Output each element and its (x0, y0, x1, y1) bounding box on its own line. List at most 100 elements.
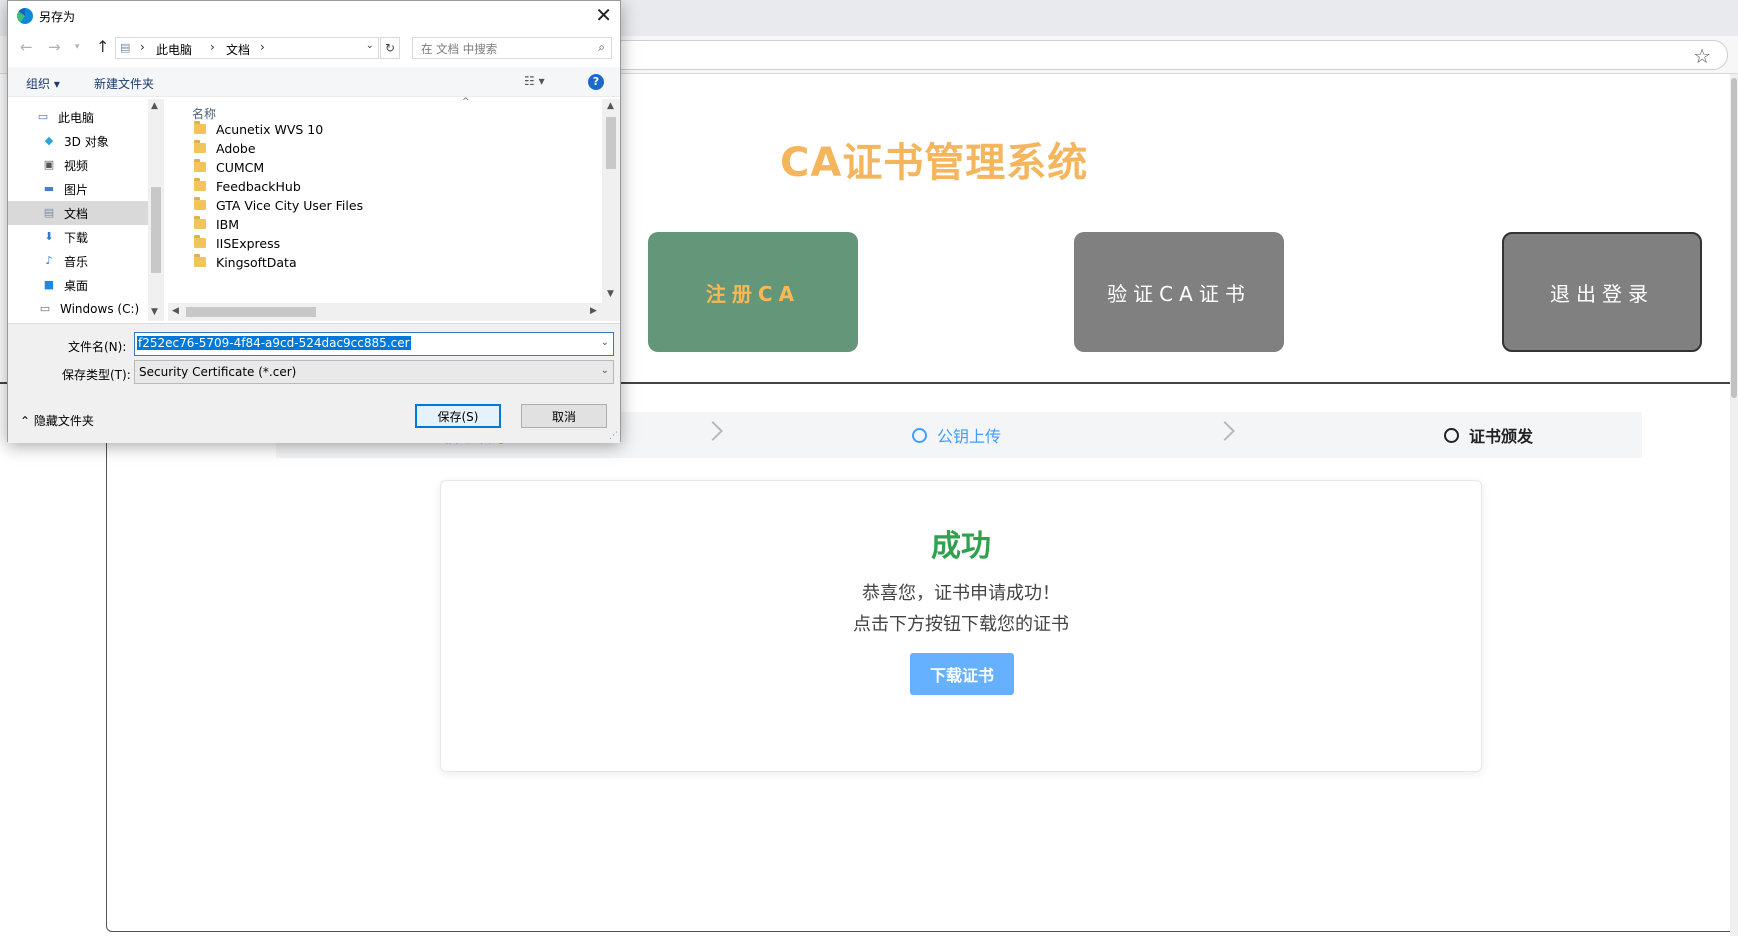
breadcrumb-separator-icon[interactable]: › (210, 40, 215, 54)
folder-icon (194, 216, 206, 229)
search-icon: ⌕ (598, 40, 605, 54)
folder-icon (194, 159, 206, 172)
filename-value[interactable]: f252ec76-5709-4f84-a9cd-524dac9cc885.cer (137, 336, 411, 350)
folder-icon (194, 140, 206, 153)
hide-folders-toggle[interactable]: ⌃ 隐藏文件夹 (20, 412, 94, 429)
step-circle-icon (1444, 427, 1459, 443)
page-title: CA证书管理系统 (780, 140, 1089, 186)
save-as-dialog: 另存为 ✕ ← → ▾ ↑ ▤ › 此电脑 › 文档 › ⌄ ↻ 在 文档 中搜… (7, 0, 621, 443)
nav-item-label: 桌面 (64, 278, 89, 293)
video-icon: ▣ (43, 158, 55, 171)
document-icon: ▤ (43, 206, 55, 219)
breadcrumb-separator-icon[interactable]: › (260, 40, 265, 54)
folder-icon (194, 254, 206, 267)
chevron-up-icon[interactable]: ▲ (607, 101, 614, 111)
step-label: 证书颁发 (1469, 427, 1534, 446)
chevron-up-icon[interactable]: ▲ (151, 101, 158, 111)
dialog-title: 另存为 (39, 10, 76, 24)
hide-folders-label: 隐藏文件夹 (33, 414, 94, 428)
navigation-scrollbar[interactable]: ▲ ▼ (148, 99, 164, 321)
file-row[interactable]: KingsoftData (194, 252, 297, 272)
view-options-icon[interactable]: ☷ ▾ (524, 74, 545, 88)
file-list-vertical-scrollbar[interactable]: ▲ ▼ (602, 99, 620, 303)
folder-icon (194, 178, 206, 191)
help-icon[interactable]: ? (588, 74, 604, 90)
chevron-right-icon[interactable]: ▶ (590, 306, 597, 316)
nav-item-pictures[interactable]: ▬ 图片 (8, 177, 148, 201)
chevron-down-icon[interactable]: ▾ (75, 42, 80, 52)
result-message: 恭喜您，证书申请成功！ (862, 583, 1060, 604)
file-row[interactable]: FeedbackHub (194, 176, 301, 196)
forward-arrow-icon[interactable]: → (48, 38, 61, 56)
file-row[interactable]: IISExpress (194, 233, 280, 253)
star-icon[interactable]: ☆ (1693, 44, 1711, 68)
nav-item-drive-c[interactable]: ▭ Windows (C:) (8, 297, 148, 321)
chevron-down-icon[interactable]: ⌄ (366, 40, 374, 51)
file-row[interactable]: IBM (194, 214, 239, 234)
file-list: 名称 ^ Acunetix WVS 10 Adobe CUMCM Feedbac… (168, 97, 620, 321)
resize-grip-icon[interactable]: ⋰ (609, 431, 618, 441)
chevron-left-icon[interactable]: ◀ (172, 306, 179, 316)
dialog-nav-row: ← → ▾ ↑ ▤ › 此电脑 › 文档 › ⌄ ↻ 在 文档 中搜索 ⌕ (8, 33, 620, 63)
logout-button[interactable]: 退出登录 (1502, 232, 1702, 352)
edge-icon (17, 8, 33, 24)
file-row[interactable]: Acunetix WVS 10 (194, 119, 323, 139)
result-card: 成功 恭喜您，证书申请成功！ 点击下方按钮下载您的证书 下载证书 (440, 480, 1482, 772)
file-name: FeedbackHub (216, 178, 301, 194)
scrollbar-thumb[interactable] (606, 117, 616, 169)
nav-item-label: 下载 (64, 230, 89, 245)
dialog-titlebar[interactable]: 另存为 ✕ (8, 1, 620, 31)
nav-item-videos[interactable]: ▣ 视频 (8, 153, 148, 177)
scrollbar-thumb[interactable] (151, 187, 161, 273)
nav-item-label: 文档 (64, 206, 89, 221)
nav-item-downloads[interactable]: ⬇ 下载 (8, 225, 148, 249)
save-button[interactable]: 保存(S) (415, 404, 501, 428)
chevron-down-icon[interactable]: ⌄ (601, 365, 609, 376)
chevron-up-icon: ⌃ (20, 414, 34, 428)
verify-ca-button[interactable]: 验证CA证书 (1074, 232, 1284, 352)
breadcrumb-separator-icon[interactable]: › (140, 40, 145, 54)
page-scrollbar[interactable] (1730, 74, 1738, 936)
breadcrumb-item[interactable]: 此电脑 (156, 41, 192, 58)
nav-item-label: 视频 (64, 158, 89, 173)
desktop-icon: ■ (43, 278, 55, 291)
file-name: IBM (216, 216, 240, 232)
search-placeholder: 在 文档 中搜索 (421, 42, 498, 56)
scrollbar-thumb[interactable] (186, 307, 316, 317)
nav-item-documents[interactable]: ▤ 文档 (8, 201, 148, 225)
register-ca-button[interactable]: 注册CA (648, 232, 858, 352)
file-row[interactable]: Adobe (194, 138, 256, 158)
nav-item-this-pc[interactable]: ▭ 此电脑 (8, 105, 148, 129)
breadcrumb-item[interactable]: 文档 (226, 41, 250, 58)
close-icon[interactable]: ✕ (595, 3, 612, 27)
download-certificate-button[interactable]: 下载证书 (910, 653, 1014, 695)
chevron-down-icon[interactable]: ⌄ (601, 337, 609, 348)
result-title: 成功 (931, 529, 991, 564)
filename-field[interactable]: f252ec76-5709-4f84-a9cd-524dac9cc885.cer… (134, 332, 614, 356)
organize-menu[interactable]: 组织 ▾ (26, 75, 60, 92)
filetype-select[interactable]: Security Certificate (*.cer) ⌄ (134, 360, 614, 384)
sort-ascending-icon: ^ (462, 97, 470, 107)
step-label: 公钥上传 (937, 427, 1002, 446)
path-bar[interactable]: ▤ › 此电脑 › 文档 › ⌄ (115, 37, 379, 59)
address-bar[interactable]: ☆ (600, 40, 1728, 70)
cancel-button[interactable]: 取消 (521, 404, 607, 428)
new-folder-button[interactable]: 新建文件夹 (94, 75, 154, 92)
chevron-down-icon[interactable]: ▼ (151, 307, 158, 317)
nav-item-label: Windows (C:) (60, 302, 140, 316)
nav-item-music[interactable]: ♪ 音乐 (8, 249, 148, 273)
file-name: Adobe (216, 140, 256, 156)
chevron-down-icon[interactable]: ▼ (607, 289, 614, 299)
up-arrow-icon[interactable]: ↑ (96, 37, 109, 56)
file-name: Acunetix WVS 10 (216, 121, 324, 137)
nav-item-desktop[interactable]: ■ 桌面 (8, 273, 148, 297)
file-row[interactable]: GTA Vice City User Files (194, 195, 363, 215)
nav-item-3d-objects[interactable]: ◆ 3D 对象 (8, 129, 148, 153)
file-list-horizontal-scrollbar[interactable]: ◀ ▶ (168, 303, 620, 321)
computer-icon: ▤ (120, 41, 131, 54)
chevron-right-icon (1215, 421, 1235, 441)
refresh-icon[interactable]: ↻ (380, 37, 400, 59)
search-input[interactable]: 在 文档 中搜索 ⌕ (412, 37, 612, 59)
back-arrow-icon[interactable]: ← (20, 38, 33, 56)
file-row[interactable]: CUMCM (194, 157, 264, 177)
